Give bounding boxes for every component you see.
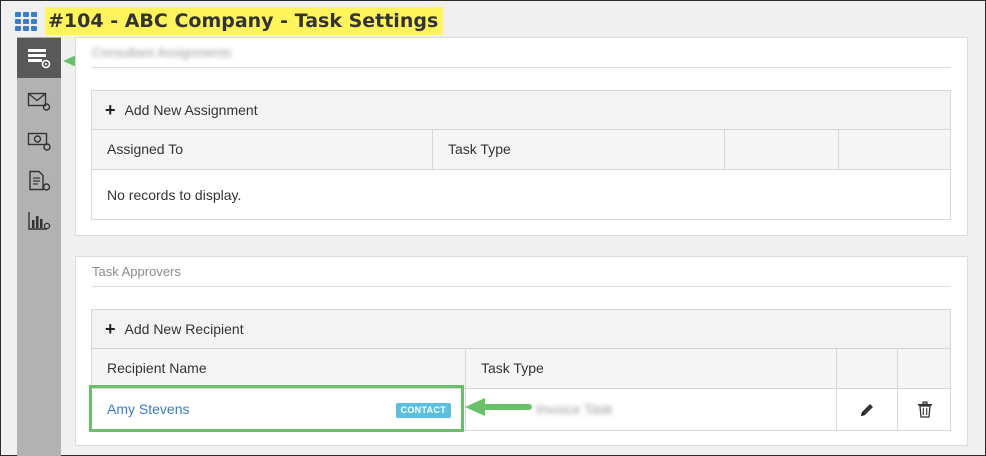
apps-grid-icon[interactable] xyxy=(15,12,37,31)
column-header-task-type[interactable]: Task Type xyxy=(466,349,837,388)
add-new-assignment-label: Add New Assignment xyxy=(124,102,258,118)
assignments-panel: Consultant Assignments + Add New Assignm… xyxy=(75,37,968,236)
add-new-recipient-label: Add New Recipient xyxy=(124,321,244,337)
sidebar-item-reports-settings[interactable] xyxy=(17,201,61,241)
column-header-task-type[interactable]: Task Type xyxy=(433,130,725,169)
sidebar-item-billing-settings[interactable] xyxy=(17,121,61,161)
callout-arrow-left xyxy=(465,398,532,416)
no-records-message: No records to display. xyxy=(107,187,242,203)
task-type-value: Invoice Task xyxy=(536,401,613,417)
reports-settings-icon xyxy=(28,212,51,230)
column-header-edit xyxy=(837,349,898,388)
billing-settings-icon xyxy=(27,132,51,151)
sidebar-item-email-settings[interactable] xyxy=(17,81,61,121)
add-new-assignment-button[interactable]: + Add New Assignment xyxy=(92,91,950,130)
column-header-blank-2 xyxy=(839,130,951,169)
column-header-blank-1 xyxy=(725,130,839,169)
assignments-table-header: Assigned To Task Type xyxy=(92,130,950,170)
plus-icon: + xyxy=(105,319,116,339)
page-title: #104 - ABC Company - Task Settings xyxy=(45,7,444,35)
edit-cell xyxy=(837,389,898,430)
delete-cell xyxy=(898,389,951,430)
column-header-recipient-name[interactable]: Recipient Name xyxy=(92,349,466,388)
approvers-panel-title: Task Approvers xyxy=(92,257,951,287)
approvers-table-header: Recipient Name Task Type xyxy=(92,349,950,389)
assignments-panel-title: Consultant Assignments xyxy=(92,38,951,68)
settings-sidebar xyxy=(17,37,61,456)
column-header-delete xyxy=(898,349,951,388)
recipient-highlight-box xyxy=(89,385,464,432)
sidebar-item-document-settings[interactable] xyxy=(17,161,61,201)
trash-icon[interactable] xyxy=(917,401,933,418)
document-settings-icon xyxy=(29,170,51,191)
sidebar-item-task-settings[interactable] xyxy=(17,38,61,78)
plus-icon: + xyxy=(105,100,116,120)
column-header-assigned-to[interactable]: Assigned To xyxy=(92,130,433,169)
task-settings-icon xyxy=(28,49,51,69)
app-window: #104 - ABC Company - Task Settings Consu… xyxy=(0,0,986,456)
pencil-icon[interactable] xyxy=(859,402,875,418)
add-new-recipient-button[interactable]: + Add New Recipient xyxy=(92,310,950,349)
page-header: #104 - ABC Company - Task Settings xyxy=(15,7,444,35)
assignments-grid: + Add New Assignment Assigned To Task Ty… xyxy=(91,90,951,220)
email-settings-icon xyxy=(27,92,51,111)
